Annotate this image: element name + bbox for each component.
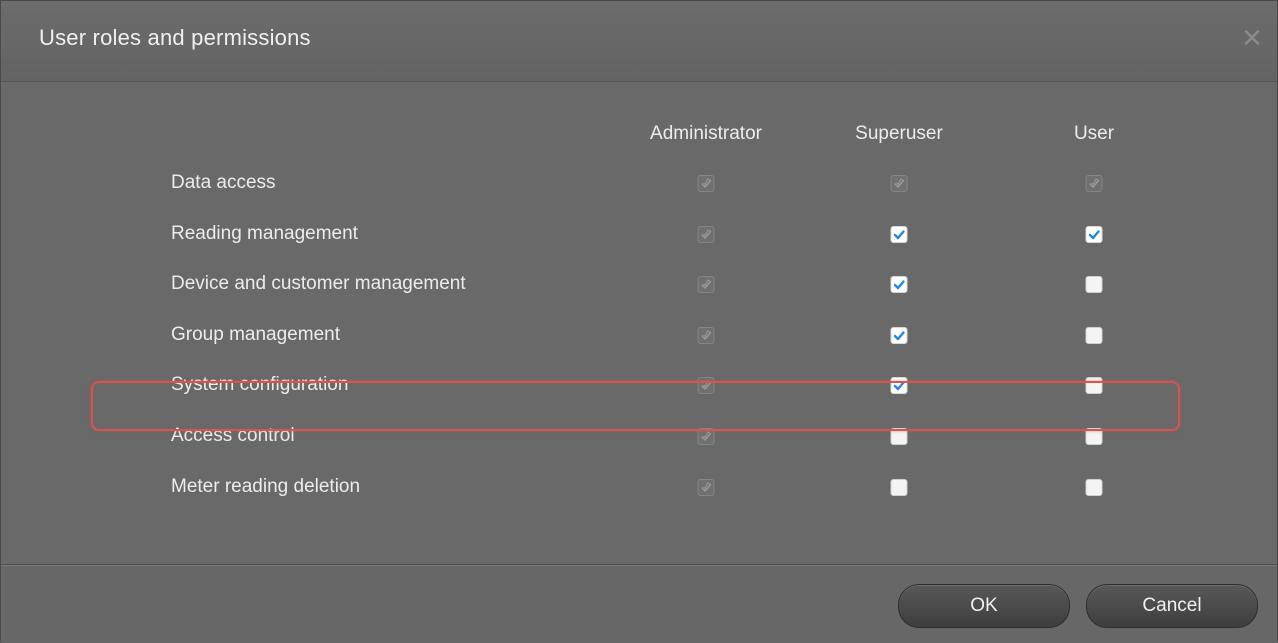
superuser-checkbox[interactable]: [890, 225, 908, 243]
close-icon[interactable]: ✕: [1237, 23, 1267, 53]
permissions-grid: Administrator Superuser User Data access…: [1, 82, 1277, 564]
dialog-footer: OK Cancel: [1, 564, 1277, 643]
permission-label: Meter reading deletion: [171, 475, 361, 497]
checkmark-icon: [1089, 178, 1100, 188]
permissions-dialog: User roles and permissions ✕ Administrat…: [0, 0, 1278, 643]
checkmark-icon: [701, 330, 712, 340]
permission-row: Reading management: [1, 210, 1277, 260]
user-checkbox[interactable]: [1085, 326, 1103, 344]
permission-row: Meter reading deletion: [1, 463, 1277, 513]
checkmark-icon: [701, 279, 712, 289]
cancel-button[interactable]: Cancel: [1086, 584, 1258, 628]
administrator-checkbox: [697, 478, 715, 496]
permission-label: Reading management: [171, 222, 358, 244]
checkmark-icon: [701, 481, 712, 492]
checkmark-icon: [894, 178, 905, 188]
highlight-box: [91, 381, 1180, 431]
user-checkbox[interactable]: [1085, 478, 1103, 496]
superuser-checkbox[interactable]: [890, 478, 908, 496]
administrator-checkbox: [697, 175, 715, 192]
user-checkbox: [1085, 175, 1103, 192]
permission-label: Data access: [171, 172, 276, 193]
permission-row: Data access: [1, 159, 1277, 209]
user-checkbox[interactable]: [1085, 276, 1103, 294]
column-header-user: User: [1073, 123, 1115, 144]
administrator-checkbox: [697, 326, 715, 344]
column-header-administrator: Administrator: [650, 123, 762, 144]
superuser-checkbox[interactable]: [890, 276, 908, 294]
checkmark-icon: [701, 228, 712, 239]
user-checkbox[interactable]: [1085, 225, 1103, 243]
checkmark-icon: [701, 178, 712, 188]
column-header-superuser: Superuser: [855, 123, 943, 144]
permission-row: Group management: [1, 311, 1277, 361]
administrator-checkbox: [697, 225, 715, 243]
permission-row: Device and customer management: [1, 260, 1277, 310]
dialog-titlebar: User roles and permissions ✕: [1, 1, 1277, 82]
superuser-checkbox[interactable]: [890, 326, 908, 344]
permission-label: Group management: [171, 323, 340, 345]
ok-button[interactable]: OK: [898, 584, 1070, 628]
checkmark-icon: [1088, 229, 1100, 239]
administrator-checkbox: [697, 276, 715, 294]
superuser-checkbox: [890, 175, 908, 192]
permission-label: Device and customer management: [171, 273, 466, 295]
checkmark-icon: [701, 431, 712, 441]
checkmark-icon: [893, 331, 905, 340]
checkmark-icon: [893, 280, 905, 290]
checkmark-icon: [893, 229, 905, 239]
dialog-title: User roles and permissions: [39, 25, 311, 50]
